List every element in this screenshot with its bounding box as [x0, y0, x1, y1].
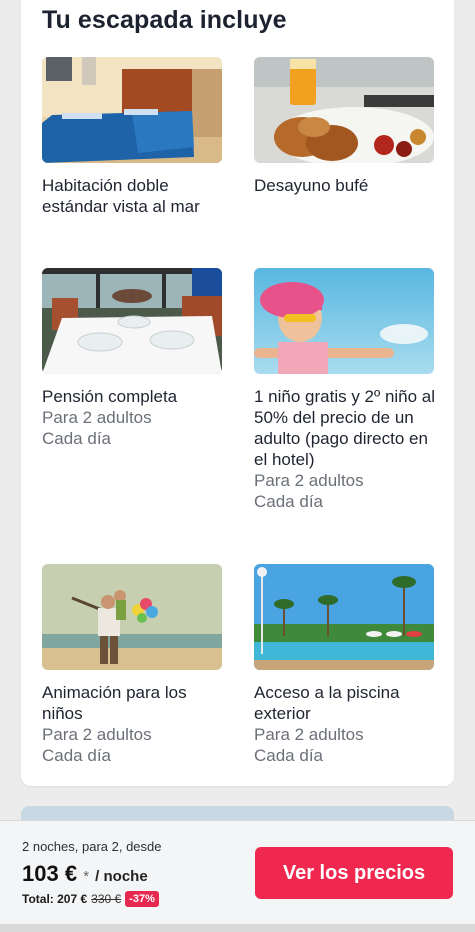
feature-child-free: 1 niño gratis y 2º niño al 50% del preci…: [254, 268, 439, 512]
room-image: [42, 57, 222, 163]
feature-title: 1 niño gratis y 2º niño al 50% del preci…: [254, 387, 436, 469]
feature-guests: Para 2 adultos: [42, 408, 152, 427]
feature-room: Habitación doble estándar vista al mar: [42, 57, 227, 217]
price-unit: / noche: [95, 868, 148, 885]
feature-title: Desayuno bufé: [254, 176, 369, 195]
feature-guests: Para 2 adultos: [254, 471, 364, 490]
feature-pool: Acceso a la piscina exterior Para 2 adul…: [254, 564, 439, 766]
feature-guests: Para 2 adultos: [42, 725, 152, 744]
nightly-price: 103 € * / noche: [22, 861, 148, 887]
feature-breakfast: Desayuno bufé: [254, 57, 439, 196]
child-image: [254, 268, 434, 374]
feature-frequency: Cada día: [42, 429, 111, 448]
family-beach-image: [42, 564, 222, 670]
feature-frequency: Cada día: [42, 746, 111, 765]
feature-frequency: Cada día: [254, 492, 323, 511]
discount-badge: -37%: [125, 891, 159, 907]
total-label: Total: 207 €: [22, 892, 88, 906]
view-prices-button[interactable]: Ver los precios: [255, 847, 453, 899]
price-asterisk: *: [83, 868, 90, 885]
section-title: Tu escapada incluye: [42, 6, 287, 34]
feature-full-board: Pensión completa Para 2 adultos Cada día: [42, 268, 227, 449]
feature-guests: Para 2 adultos: [254, 725, 364, 744]
total-price: Total: 207 € 330 € -37%: [22, 891, 159, 907]
pool-image: [254, 564, 434, 670]
booking-bar: 2 noches, para 2, desde 103 € * / noche …: [0, 820, 475, 932]
stay-summary: 2 noches, para 2, desde: [22, 839, 162, 854]
feature-frequency: Cada día: [254, 746, 323, 765]
price-value: 103 €: [22, 861, 78, 886]
dining-image: [42, 268, 222, 374]
breakfast-image: [254, 57, 434, 163]
feature-title: Habitación doble estándar vista al mar: [42, 176, 200, 216]
feature-title: Animación para los niños: [42, 683, 187, 723]
feature-kids-entertainment: Animación para los niños Para 2 adultos …: [42, 564, 227, 766]
original-price: 330 €: [91, 892, 122, 906]
feature-title: Pensión completa: [42, 387, 178, 406]
bottom-edge: [0, 924, 475, 932]
feature-title: Acceso a la piscina exterior: [254, 683, 400, 723]
